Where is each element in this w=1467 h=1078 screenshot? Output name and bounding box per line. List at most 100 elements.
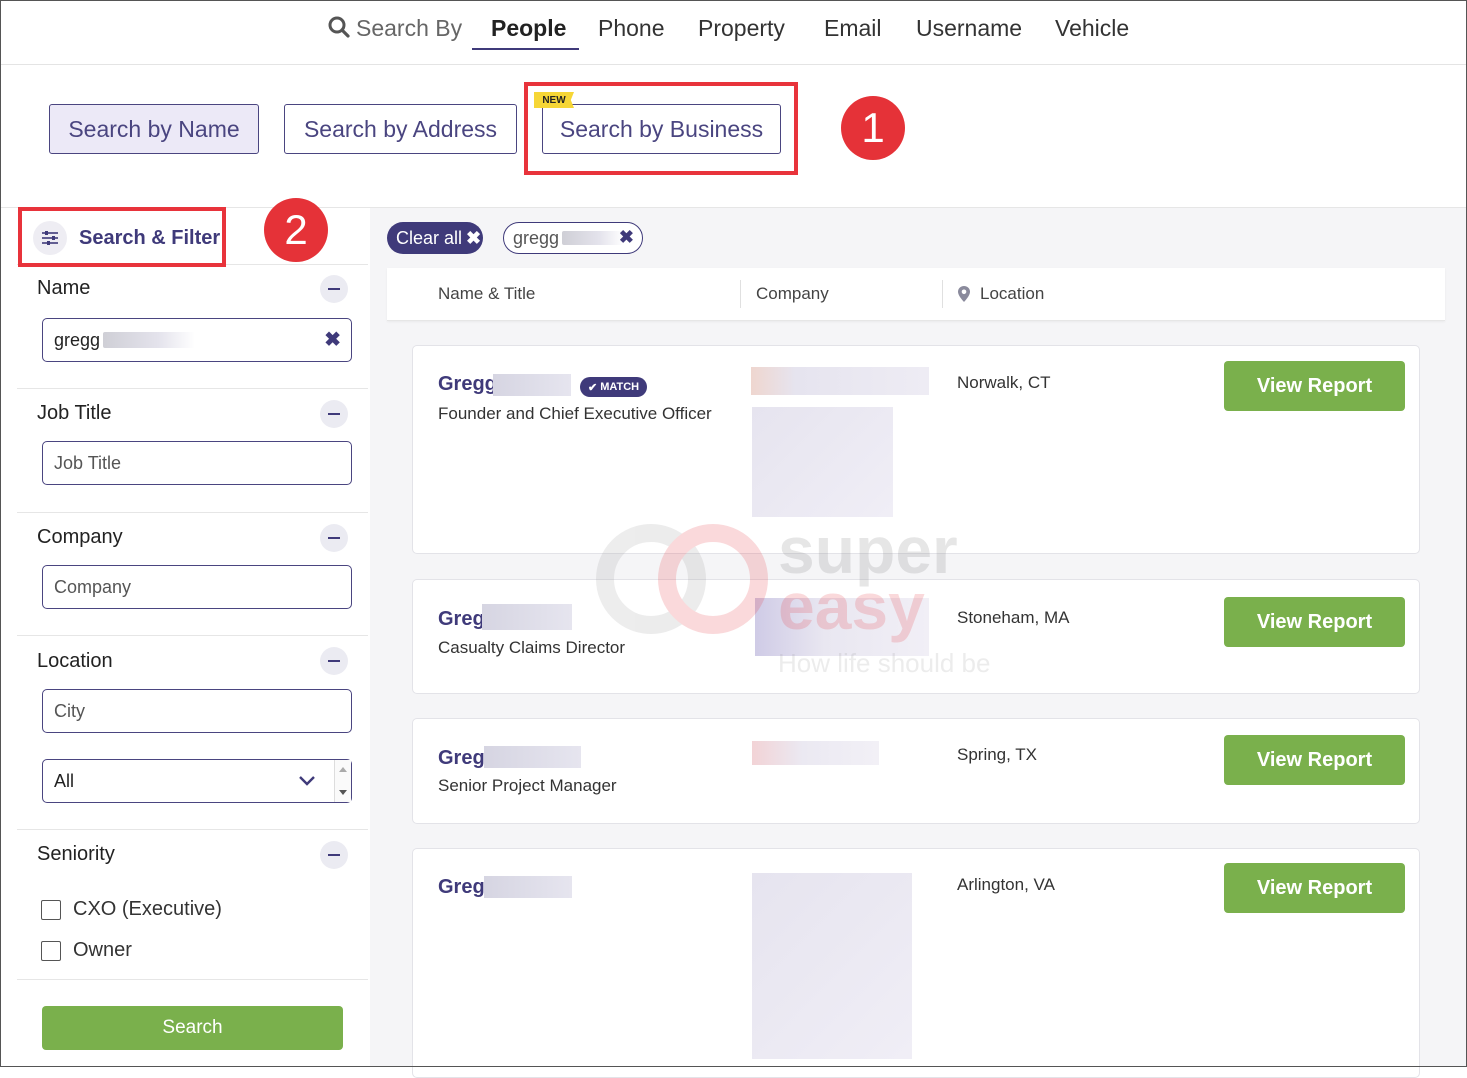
collapse-name-button[interactable] [320, 275, 348, 303]
check-icon: ✔ [588, 381, 598, 394]
column-location[interactable]: Location [980, 284, 1044, 304]
redacted-company [755, 598, 929, 656]
job-title-placeholder: Job Title [54, 452, 122, 473]
seniority-option-cxo[interactable]: CXO (Executive) [41, 898, 222, 921]
clear-all-label: Clear all [396, 227, 463, 248]
results-table-header: Name & Title Company Location [387, 268, 1445, 321]
select-scrollbar[interactable] [334, 760, 351, 802]
redacted-company-name [751, 367, 929, 395]
divider [17, 979, 368, 981]
company-filter-section: Company Company [17, 512, 368, 636]
tab-username[interactable]: Username [916, 14, 1022, 42]
company-input[interactable]: Company [42, 565, 352, 609]
annotation-marker-1: 1 [841, 96, 905, 160]
collapse-company-button[interactable] [320, 524, 348, 552]
job-title-filter-label: Job Title [37, 402, 112, 424]
active-tab-indicator [472, 48, 579, 50]
name-input[interactable]: gregg ✖ [42, 318, 352, 362]
tab-property[interactable]: Property [698, 14, 785, 42]
person-name[interactable]: Greg [438, 876, 485, 899]
top-navigation: Search By People Phone Property Email Us… [0, 0, 1467, 65]
tab-phone[interactable]: Phone [598, 14, 665, 42]
filter-chip-label: gregg [513, 227, 560, 248]
tab-email[interactable]: Email [824, 14, 882, 42]
seniority-filter-label: Seniority [37, 843, 115, 865]
filter-sidebar: Search & Filter Name gregg ✖ Job Title J… [17, 208, 368, 1067]
person-location: Stoneham, MA [957, 608, 1070, 627]
result-card: Gregg ✔ MATCH Founder and Chief Executive… [412, 345, 1420, 554]
person-location: Arlington, VA [957, 875, 1055, 894]
person-title: Casualty Claims Director [438, 638, 626, 657]
redacted-company [752, 741, 879, 765]
column-divider [942, 280, 943, 308]
tab-vehicle[interactable]: Vehicle [1055, 14, 1129, 42]
job-title-input[interactable]: Job Title [42, 441, 352, 485]
person-location: Spring, TX [957, 745, 1038, 764]
column-name-title[interactable]: Name & Title [438, 284, 535, 304]
collapse-location-button[interactable] [320, 647, 348, 675]
column-company[interactable]: Company [756, 284, 829, 304]
close-icon[interactable]: ✖ [619, 227, 634, 248]
person-title: Senior Project Manager [438, 776, 617, 795]
results-panel: Clear all ✖ gregg ✖ Name & Title Company… [370, 208, 1467, 1078]
person-name[interactable]: Greg [438, 747, 485, 770]
redacted-company [752, 873, 912, 1059]
search-button[interactable]: Search [42, 1006, 343, 1050]
collapse-seniority-button[interactable] [320, 841, 348, 869]
redacted-company-logo [752, 407, 893, 517]
city-placeholder: City [54, 700, 85, 721]
redacted-surname [484, 876, 572, 898]
result-card: Greg Senior Project Manager Spring, TX V… [412, 718, 1420, 824]
name-filter-section: Name gregg ✖ [17, 264, 368, 389]
name-input-value: gregg [54, 329, 101, 350]
search-by-address-button[interactable]: Search by Address [284, 104, 517, 154]
match-badge: ✔ MATCH [580, 377, 648, 397]
state-select[interactable]: All [42, 759, 352, 803]
person-title: Founder and Chief Executive Officer [438, 404, 712, 423]
checkbox[interactable] [41, 899, 61, 920]
redacted-surname [562, 231, 625, 245]
person-location: Norwalk, CT [957, 373, 1051, 392]
active-filter-chip[interactable]: gregg ✖ [503, 222, 643, 254]
state-select-value: All [54, 770, 75, 791]
highlight-box-2 [18, 207, 226, 267]
highlight-box-1 [524, 82, 798, 175]
location-pin-icon [958, 286, 970, 302]
search-by-name-button[interactable]: Search by Name [49, 104, 259, 154]
collapse-job-title-button[interactable] [320, 400, 348, 428]
column-divider [740, 280, 741, 308]
location-filter-section: Location City All [17, 635, 368, 830]
clear-all-chip[interactable]: Clear all ✖ [387, 222, 483, 254]
person-name[interactable]: Gregg [438, 373, 497, 396]
view-report-button[interactable]: View Report [1224, 863, 1405, 913]
seniority-option-label: CXO (Executive) [73, 898, 222, 920]
annotation-marker-2: 2 [264, 198, 328, 262]
location-filter-label: Location [37, 650, 113, 672]
name-filter-label: Name [37, 277, 91, 299]
redacted-surname [482, 604, 572, 630]
seniority-option-label: Owner [73, 939, 132, 961]
view-report-button[interactable]: View Report [1224, 597, 1405, 647]
seniority-filter-section: Seniority CXO (Executive) Owner [17, 829, 368, 980]
result-card: Greg Arlington, VA View Report [412, 848, 1420, 1078]
chevron-down-icon [299, 776, 315, 786]
search-by-label: Search By [356, 15, 463, 41]
redacted-surname [493, 374, 571, 396]
result-card: Greg Casualty Claims Director Stoneham, … [412, 579, 1420, 694]
company-placeholder: Company [54, 576, 132, 597]
view-report-button[interactable]: View Report [1224, 361, 1405, 411]
redacted-surname [103, 332, 196, 348]
close-icon[interactable]: ✖ [466, 228, 481, 249]
checkbox[interactable] [41, 940, 61, 961]
redacted-surname [484, 746, 581, 768]
person-name[interactable]: Greg [438, 608, 485, 631]
tab-people[interactable]: People [491, 14, 566, 42]
company-filter-label: Company [37, 526, 123, 548]
search-icon [328, 16, 350, 38]
job-title-filter-section: Job Title Job Title [17, 388, 368, 513]
clear-name-icon[interactable]: ✖ [324, 329, 341, 351]
view-report-button[interactable]: View Report [1224, 735, 1405, 785]
match-badge-label: MATCH [600, 381, 640, 393]
seniority-option-owner[interactable]: Owner [41, 939, 132, 962]
city-input[interactable]: City [42, 689, 352, 733]
